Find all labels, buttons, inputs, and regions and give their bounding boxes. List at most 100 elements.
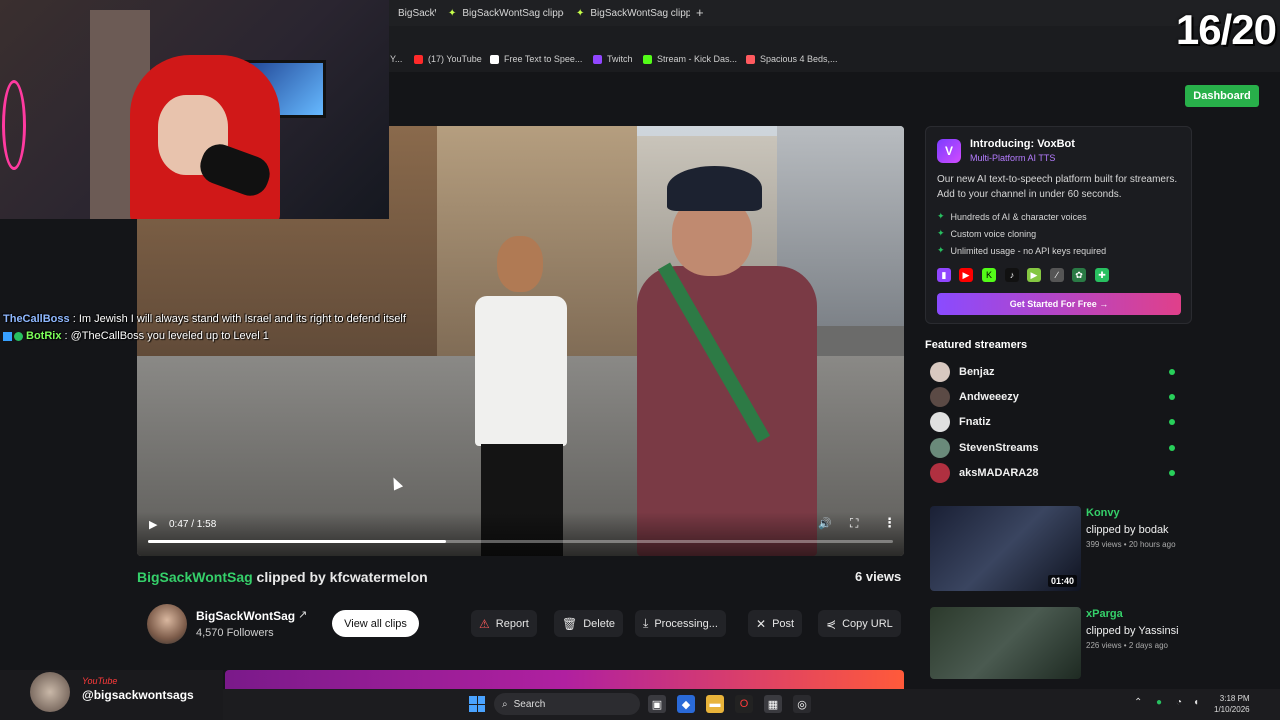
voxbot-logo-icon: V — [937, 139, 961, 163]
streamer-name: Andweeezy — [959, 391, 1019, 403]
chat-text: : @TheCallBoss you leveled up to Level 1 — [64, 330, 269, 342]
clip-streamer-link[interactable]: BigSackWontSag — [137, 569, 253, 585]
clip-duration: 01:40 — [1047, 575, 1077, 587]
clip-streamer[interactable]: Konvy — [1086, 507, 1120, 519]
post-to-x-button[interactable]: ✕ Post — [748, 610, 803, 637]
download-label: Processing... — [654, 617, 718, 630]
featured-streamer[interactable]: StevenStreams — [930, 437, 1180, 459]
volume-icon[interactable]: 🔊 — [818, 517, 832, 530]
tiktok-icon: ♪ — [1005, 268, 1019, 282]
microphone-icon[interactable]: ● — [1156, 697, 1162, 708]
promo-feature-text: Custom voice cloning — [950, 228, 1037, 239]
bookmark-label: Y... — [390, 54, 403, 64]
social-platform-label: YouTube — [82, 676, 118, 686]
bookmark-airbnb[interactable]: Spacious 4 Beds,... — [746, 54, 838, 64]
featured-streamer[interactable]: Fnatiz — [930, 411, 1180, 433]
rumble-icon: ▶ — [1027, 268, 1041, 282]
live-indicator-icon — [1169, 470, 1175, 476]
avatar — [930, 412, 950, 432]
more-options-icon[interactable]: ⋮ — [883, 515, 896, 531]
related-clip[interactable]: 01:40 Konvy clipped by bodak 399 views •… — [930, 506, 1190, 591]
promo-feature: ✦ Unlimited usage - no API keys required — [937, 245, 1106, 256]
bookmark-kick[interactable]: Stream - Kick Das... — [643, 54, 737, 64]
bookmark-1[interactable]: Y... — [390, 54, 402, 64]
file-explorer-icon[interactable]: ▬ — [706, 695, 724, 713]
store-icon[interactable]: ▦ — [764, 695, 782, 713]
obs-icon[interactable]: ◎ — [793, 695, 811, 713]
clip-author: clipped by Yassinsi — [1086, 625, 1179, 637]
twitch-icon: ▮ — [937, 268, 951, 282]
clip-streamer[interactable]: xParga — [1086, 608, 1123, 620]
featured-streamer[interactable]: Andweeezy — [930, 386, 1180, 408]
trash-icon: 🗑 — [562, 616, 578, 631]
live-indicator-icon — [1169, 419, 1175, 425]
clip-thumbnail[interactable] — [930, 607, 1081, 679]
report-label: Report — [495, 617, 529, 630]
play-icon[interactable]: ▶ — [149, 518, 157, 531]
copilot-icon[interactable]: ◆ — [677, 695, 695, 713]
wifi-icon[interactable]: ◔ — [1176, 697, 1182, 708]
new-tab-icon[interactable]: + — [696, 5, 704, 20]
streamer-name: aksMADARA28 — [959, 467, 1039, 479]
related-clip[interactable]: xParga clipped by Yassinsi 226 views • 2… — [930, 607, 1190, 679]
x-icon: ✕ — [756, 616, 767, 631]
chat-message: BotRix : @TheCallBoss you leveled up to … — [3, 328, 423, 345]
twitch-icon — [593, 54, 602, 64]
clip-clipped-by: clipped by kfcwatermelon — [256, 569, 428, 585]
windows-start-icon[interactable] — [469, 696, 485, 712]
bookmark-tts[interactable]: Free Text to Spee... — [490, 54, 582, 64]
bookmark-youtube[interactable]: (17) YouTube — [414, 54, 482, 64]
kick-favicon-icon: ✦ — [448, 7, 457, 19]
featured-streamer[interactable]: Benjaz — [930, 361, 1180, 383]
flame-icon: ✿ — [1072, 268, 1086, 282]
sparkle-icon: ✦ — [937, 211, 945, 221]
video-controls — [137, 512, 904, 556]
bookmark-label: Twitch — [607, 54, 633, 64]
avatar — [930, 387, 950, 407]
promo-subtitle: Multi-Platform AI TTS — [970, 153, 1056, 163]
task-view-icon[interactable]: ▣ — [648, 695, 666, 713]
copy-url-button[interactable]: ⋞ Copy URL — [818, 610, 901, 637]
social-handle: @bigsackwontsags — [82, 688, 194, 702]
channel-name[interactable]: BigSackWontSag — [196, 609, 295, 623]
streamer-name: Fnatiz — [959, 416, 991, 428]
taskbar-clock[interactable]: 3:18 PM 1/10/2026 — [1214, 693, 1250, 715]
clock-time: 3:18 PM — [1219, 694, 1250, 703]
dashboard-button[interactable]: Dashboard — [1185, 85, 1259, 107]
promo-title: Introducing: VoxBot — [970, 138, 1075, 150]
view-all-clips-button[interactable]: View all clips — [332, 610, 419, 637]
taskbar-search[interactable]: ⌕ Search — [494, 693, 640, 715]
volume-tray-icon[interactable]: ◖ — [1193, 697, 1199, 708]
report-button[interactable]: ⚠ Report — [471, 610, 537, 637]
tray-chevron-icon[interactable]: ⌃ — [1134, 697, 1142, 708]
tab-1[interactable]: BigSackWontSag clipped — [390, 2, 436, 24]
channel-avatar[interactable] — [147, 604, 187, 644]
video-progress-fill — [148, 540, 446, 543]
bookmark-label: (17) YouTube — [428, 54, 482, 64]
fullscreen-icon[interactable]: ⛶ — [850, 516, 858, 531]
chat-username: TheCallBoss — [3, 313, 70, 325]
video-progress-bar[interactable] — [148, 540, 893, 543]
opera-icon[interactable]: O — [735, 695, 753, 713]
copy-url-label: Copy URL — [842, 617, 893, 630]
external-link-icon[interactable]: ↗ — [298, 608, 307, 621]
bookmark-label: Spacious 4 Beds,... — [760, 54, 838, 64]
bookmark-twitch[interactable]: Twitch — [593, 54, 633, 64]
puzzle-icon: ✚ — [1095, 268, 1109, 282]
promo-feature-text: Unlimited usage - no API keys required — [950, 245, 1107, 256]
clip-thumbnail[interactable]: 01:40 — [930, 506, 1081, 591]
tab-3[interactable]: ✦ BigSackWontSag clipped — [568, 2, 690, 24]
live-indicator-icon — [1169, 394, 1175, 400]
clip-title: BigSackWontSag clipped by kfcwatermelon — [137, 569, 428, 585]
tab-label: BigSackWontSag clipped — [462, 7, 564, 19]
kick-icon: K — [982, 268, 996, 282]
get-started-button[interactable]: Get Started For Free → — [937, 293, 1181, 315]
avatar — [930, 362, 950, 382]
video-time: 0:47 / 1:58 — [169, 519, 217, 530]
kick-icon — [643, 54, 652, 64]
delete-button[interactable]: 🗑 Delete — [554, 610, 624, 637]
tab-2[interactable]: ✦ BigSackWontSag clipped — [440, 2, 564, 24]
link-icon: ∕ — [1050, 268, 1064, 282]
featured-streamer[interactable]: aksMADARA28 — [930, 462, 1180, 484]
download-button[interactable]: ⤓ Processing... — [635, 610, 726, 637]
